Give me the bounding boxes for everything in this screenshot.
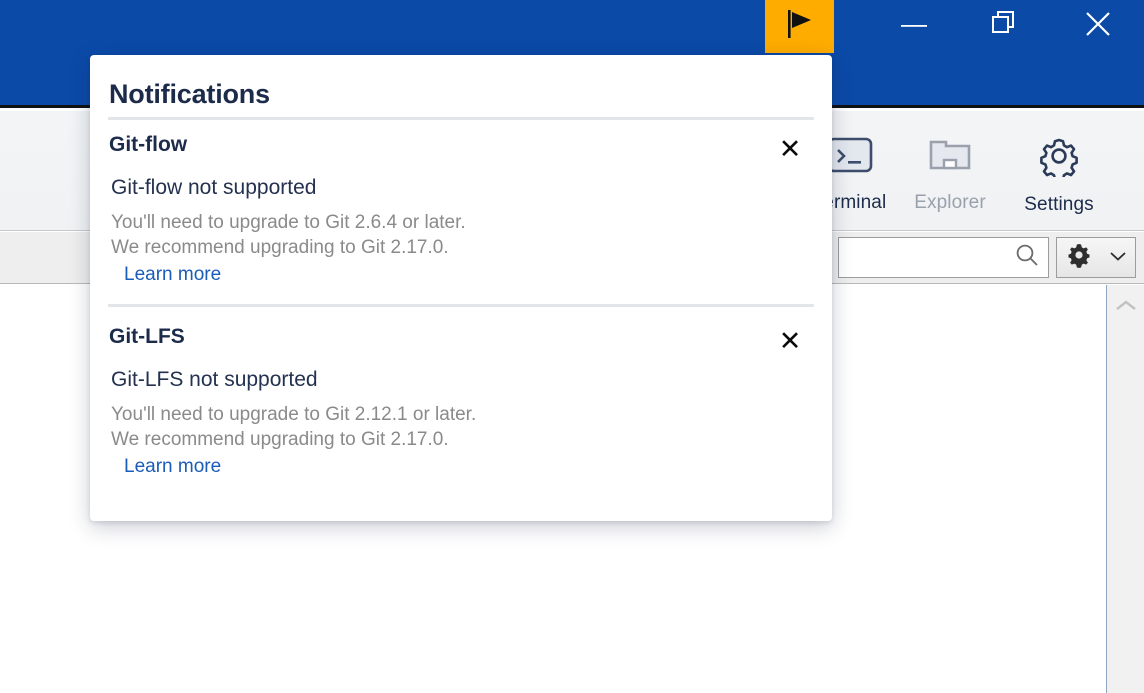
toolbar-item-settings-label: Settings (1024, 194, 1094, 215)
chevron-up-icon (1115, 299, 1137, 318)
chevron-down-icon (1109, 249, 1127, 267)
close-icon (1084, 10, 1112, 43)
notification-learn-more-link[interactable]: Learn more (124, 456, 221, 478)
application-window: Terminal Explorer Settings Notifications… (0, 0, 1144, 693)
notification-subject: Git-flow not supported (111, 176, 317, 199)
notification-line-1: You'll need to upgrade to Git 2.12.1 or … (111, 404, 477, 425)
search-icon (1014, 242, 1040, 273)
notification-header: Git-LFS (109, 325, 185, 348)
gear-icon (1065, 241, 1093, 274)
notification-line-2: We recommend upgrading to Git 2.17.0. (111, 237, 449, 258)
minimize-icon (901, 18, 927, 36)
notification-header: Git-flow (109, 133, 188, 156)
window-close-button[interactable] (1068, 0, 1128, 53)
window-maximize-button[interactable] (975, 0, 1035, 53)
notification-dismiss-button[interactable]: ✕ (770, 129, 810, 169)
notification-dismiss-button[interactable]: ✕ (770, 321, 810, 361)
toolbar-item-explorer-label: Explorer (914, 192, 986, 213)
gear-icon (1037, 135, 1081, 182)
notifications-flag-button[interactable] (765, 0, 834, 53)
notification-subject: Git-LFS not supported (111, 368, 318, 391)
toolbar-item-settings[interactable]: Settings (1005, 121, 1113, 225)
window-minimize-button[interactable] (884, 0, 944, 53)
search-input[interactable] (838, 237, 1049, 278)
flag-icon (785, 8, 815, 45)
notification-line-1: You'll need to upgrade to Git 2.6.4 or l… (111, 212, 466, 233)
restore-icon (992, 11, 1018, 42)
notification-learn-more-link[interactable]: Learn more (124, 264, 221, 286)
toolbar-item-explorer[interactable]: Explorer (896, 121, 1004, 225)
panel-divider-middle (108, 304, 814, 307)
scroll-up-button[interactable] (1107, 291, 1144, 325)
terminal-icon (827, 135, 873, 180)
folder-icon (927, 135, 973, 180)
settings-dropdown-button[interactable] (1056, 237, 1136, 278)
vertical-scrollbar[interactable] (1106, 285, 1144, 693)
panel-divider-top (108, 117, 814, 120)
notifications-panel: Notifications Git-flow ✕ Git-flow not su… (90, 55, 832, 521)
notifications-panel-title: Notifications (109, 79, 270, 109)
notification-line-2: We recommend upgrading to Git 2.17.0. (111, 429, 449, 450)
